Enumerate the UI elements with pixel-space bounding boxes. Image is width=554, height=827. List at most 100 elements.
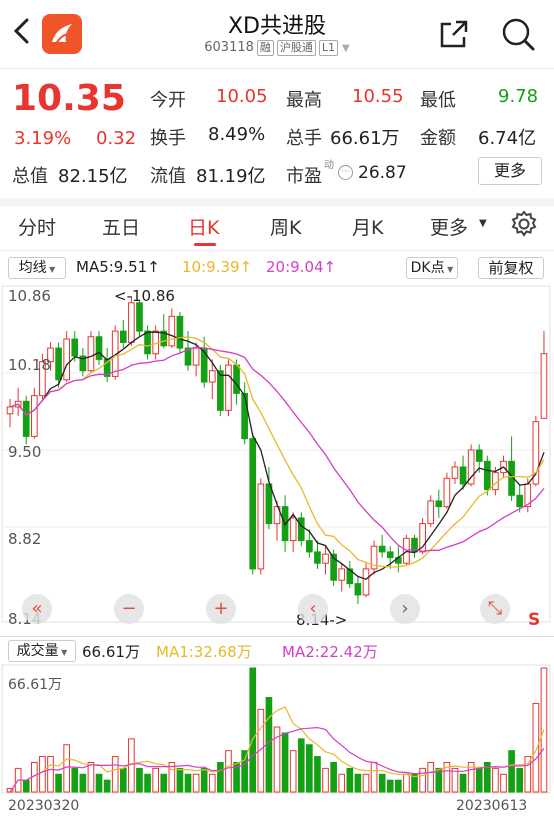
tag-level: L1	[318, 40, 339, 56]
candle-body	[63, 338, 71, 381]
adjust-mode-button[interactable]: 前复权	[478, 257, 544, 279]
tag-margin: 融	[256, 40, 274, 56]
volume-bar	[152, 767, 159, 793]
turnover-value: 8.49%	[208, 124, 266, 145]
volume-label: 总手	[286, 128, 322, 149]
volume-bar	[451, 767, 459, 793]
volume-value: 66.61万	[330, 128, 400, 149]
volume-bar	[370, 761, 378, 793]
volume-indicator-select[interactable]: 成交量 ▼	[8, 640, 76, 662]
volume-bar	[160, 773, 168, 793]
pe-value: 26.87	[358, 163, 407, 183]
ma10-value: 10:9.39↑	[182, 258, 252, 276]
dk-label: DK点	[410, 260, 445, 276]
candle-body	[475, 449, 483, 462]
volume-bar	[289, 750, 297, 793]
volume-bar	[71, 767, 79, 793]
tab-more[interactable]: 更多	[430, 213, 468, 240]
candle-body	[241, 392, 248, 440]
ma10-text: 10:9.39	[182, 258, 240, 276]
fullscreen-button[interactable]: ⤡	[480, 594, 510, 624]
volume-bar	[87, 761, 95, 793]
candle-body	[200, 347, 208, 383]
volume-bar	[500, 773, 507, 793]
candle-body	[176, 315, 184, 349]
volume-bar	[386, 779, 394, 793]
candle-body	[314, 551, 321, 564]
chevron-down-icon[interactable]: ▼	[342, 43, 350, 54]
tab-monthly-k[interactable]: 月K	[352, 213, 383, 240]
volume-ma1: MA1:32.68万	[156, 643, 252, 661]
volume-bar	[306, 744, 313, 793]
candlestick-chart[interactable]	[0, 284, 554, 634]
volume-bar	[265, 697, 273, 793]
candle-body	[362, 568, 370, 596]
high-value: 10.55	[352, 86, 404, 107]
scroll-right-button[interactable]: ›	[390, 594, 420, 624]
scroll-left-button[interactable]: ‹	[298, 594, 328, 624]
share-button[interactable]	[438, 18, 470, 50]
tab-intraday[interactable]: 分时	[18, 213, 56, 240]
zoom-in-button[interactable]: +	[206, 594, 236, 624]
candle-body	[233, 364, 240, 394]
candle-body	[289, 517, 297, 542]
candle-body	[128, 302, 135, 343]
volume-bar	[95, 773, 103, 793]
up-arrow-icon: ↑	[147, 258, 160, 276]
stock-code-row: 603118 融沪股通 L1 ▼	[0, 40, 554, 56]
volume-bar	[176, 767, 184, 793]
search-button[interactable]	[500, 16, 536, 52]
volume-bar	[354, 773, 362, 793]
volume-bar	[144, 773, 151, 793]
pe-info-icon[interactable]: ···	[338, 165, 353, 180]
volume-bar	[192, 773, 200, 793]
dropdown-caret-icon: ▼	[444, 265, 454, 274]
stock-name: XD共进股	[227, 14, 326, 39]
settings-button[interactable]	[510, 210, 538, 238]
tab-more-caret-icon: ▼	[479, 218, 487, 229]
candle-body	[249, 438, 257, 570]
volume-bar	[63, 744, 71, 793]
price-axis-label-3: 8.82	[8, 530, 42, 548]
candle-body	[443, 477, 451, 508]
volume-value: 66.61万	[82, 643, 140, 661]
open-label: 今开	[150, 90, 186, 111]
candle-body	[71, 338, 79, 357]
volume-bar	[475, 767, 483, 793]
change-amount: 0.32	[96, 128, 137, 149]
zoom-out-button[interactable]: −	[114, 594, 144, 624]
up-arrow-icon: ↑	[323, 258, 337, 276]
tab-five-day[interactable]: 五日	[102, 213, 140, 240]
scroll-left-fast-button[interactable]: «	[22, 594, 52, 624]
volume-bar	[346, 767, 354, 793]
volume-ma2: MA2:22.42万	[282, 643, 378, 661]
candle-body	[87, 336, 95, 372]
candle-body	[6, 406, 14, 415]
indicator-select-label: 均线	[18, 260, 47, 276]
amount-label: 金额	[420, 128, 456, 149]
indicator-select[interactable]: 均线 ▼	[8, 257, 66, 279]
volume-bar	[119, 767, 127, 793]
volume-bar	[184, 773, 192, 793]
candle-body	[95, 336, 103, 360]
mktcap-value: 82.15亿	[58, 166, 128, 187]
volume-bar	[281, 732, 289, 793]
candle-body	[306, 540, 313, 553]
volume-bar	[39, 756, 46, 793]
tab-weekly-k[interactable]: 周K	[270, 213, 301, 240]
candle-body	[144, 330, 151, 355]
candle-body	[435, 500, 443, 508]
volume-bar	[79, 773, 87, 793]
dk-point-button[interactable]: DK点 ▼	[406, 257, 458, 279]
volume-bar	[330, 761, 337, 793]
volume-bar	[111, 756, 119, 793]
volume-bar	[200, 767, 208, 793]
candle-body	[427, 500, 435, 525]
volume-bar	[249, 667, 257, 793]
tab-daily-k[interactable]: 日K	[188, 213, 219, 240]
ma5-value: MA5:9.51↑	[76, 258, 160, 276]
volume-bar	[395, 779, 402, 793]
up-arrow-icon: ↑	[239, 258, 253, 276]
more-quote-button[interactable]: 更多	[478, 157, 542, 185]
candle-body	[378, 545, 386, 553]
